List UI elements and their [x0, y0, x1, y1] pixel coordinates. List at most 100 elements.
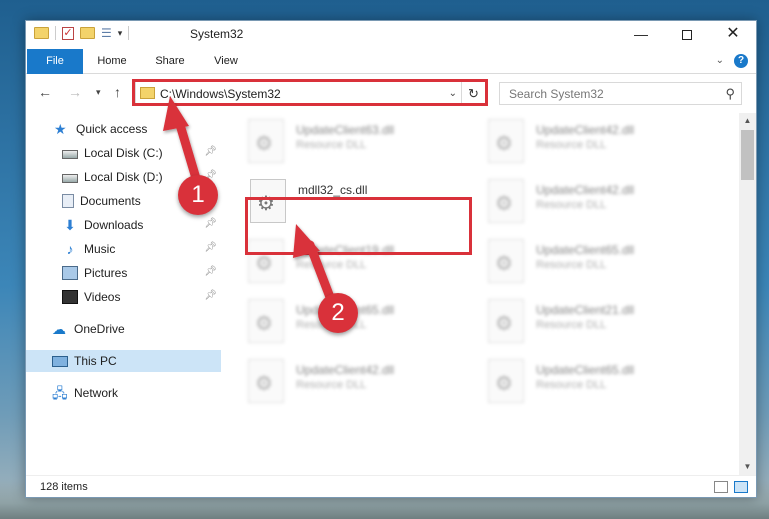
- up-arrow-icon[interactable]: ↑: [114, 84, 121, 100]
- file-explorer-window: ✓ ☰ ▾ System32 — ✕ File Home Share View …: [25, 20, 757, 498]
- file-item[interactable]: ⚙ UpdateClient21.dll Resource DLL: [488, 297, 718, 353]
- gear-icon: ⚙: [255, 373, 273, 395]
- pin-icon: 📌︎: [204, 218, 217, 229]
- vertical-scrollbar[interactable]: ▲ ▼: [739, 113, 756, 475]
- dll-file-icon: ⚙: [488, 119, 524, 163]
- tab-home[interactable]: Home: [86, 49, 138, 74]
- divider: [55, 26, 56, 40]
- file-type: Resource DLL: [296, 379, 367, 391]
- expand-ribbon-icon[interactable]: ⌄: [716, 55, 724, 66]
- computer-icon: [52, 355, 68, 367]
- gear-icon: ⚙: [495, 313, 513, 335]
- file-type: Resource DLL: [536, 259, 607, 271]
- file-list: ⚙ UpdateClient63.dll Resource DLL ⚙ Upda…: [226, 113, 738, 475]
- navigation-pane: ★ Quick access Local Disk (C:) 📌︎ Local …: [26, 113, 221, 475]
- tab-view[interactable]: View: [202, 49, 250, 74]
- disk-icon: [62, 150, 78, 159]
- file-type: Resource DLL: [296, 139, 367, 151]
- sidebar-item-label: Videos: [84, 290, 121, 304]
- file-name: UpdateClient21.dll: [536, 303, 635, 317]
- sidebar-item-downloads[interactable]: ⬇ Downloads 📌︎: [26, 214, 221, 236]
- gear-icon: ⚙: [255, 133, 273, 155]
- sidebar-item-label: OneDrive: [74, 322, 125, 336]
- maximize-icon: [682, 30, 692, 41]
- file-type: Resource DLL: [536, 379, 607, 391]
- file-item[interactable]: ⚙ UpdateClient42.dll Resource DLL: [488, 117, 718, 173]
- star-icon: ★: [54, 121, 67, 137]
- dll-file-icon: ⚙: [248, 119, 284, 163]
- sidebar-item-label: Local Disk (D:): [84, 170, 163, 184]
- documents-icon: [62, 194, 74, 208]
- step-2-badge: 2: [318, 293, 358, 333]
- folder-icon: [34, 27, 49, 39]
- network-icon: 🖧︎: [52, 385, 68, 401]
- music-icon: ♪: [66, 241, 74, 257]
- maximize-button[interactable]: [664, 21, 710, 49]
- search-input[interactable]: Search System32 ⚲: [499, 82, 742, 105]
- pin-icon: 📌︎: [204, 146, 217, 157]
- new-folder-icon[interactable]: [80, 27, 95, 39]
- minimize-button[interactable]: —: [618, 21, 664, 49]
- file-item[interactable]: ⚙ UpdateClient63.dll Resource DLL: [248, 117, 478, 173]
- tab-file[interactable]: File: [27, 49, 83, 74]
- file-item[interactable]: ⚙ UpdateClient65.dll Resource DLL: [488, 357, 718, 413]
- file-item[interactable]: ⚙ UpdateClient42.dll Resource DLL: [488, 177, 718, 233]
- file-item[interactable]: ⚙ UpdateClient65.dll Resource DLL: [248, 297, 478, 353]
- customize-list-icon[interactable]: ☰: [101, 26, 112, 40]
- file-name: mdll32_cs.dll: [298, 183, 368, 197]
- sidebar-item-label: Network: [74, 386, 119, 400]
- sidebar-item-label: Local Disk (C:): [84, 146, 163, 160]
- videos-icon: [62, 290, 78, 304]
- divider: [128, 26, 130, 40]
- pin-icon: 📌︎: [204, 266, 217, 277]
- step-1-badge: 1: [178, 175, 218, 215]
- gear-icon: ⚙: [495, 253, 513, 275]
- pin-icon: 📌︎: [204, 242, 217, 253]
- sidebar-item-local-disk-c[interactable]: Local Disk (C:) 📌︎: [26, 142, 221, 164]
- dll-file-icon: ⚙: [248, 359, 284, 403]
- sidebar-item-label: This PC: [74, 354, 117, 368]
- gear-icon: ⚙: [495, 193, 513, 215]
- sidebar-item-label: Pictures: [84, 266, 128, 280]
- back-arrow-icon[interactable]: ←: [38, 84, 52, 100]
- sidebar-item-this-pc[interactable]: This PC: [26, 350, 221, 372]
- dll-file-icon: ⚙: [248, 299, 284, 343]
- sidebar-item-label: Downloads: [84, 218, 144, 232]
- item-count: 128 items: [40, 481, 88, 493]
- search-icon: ⚲: [725, 86, 735, 101]
- help-icon[interactable]: ?: [734, 54, 748, 68]
- search-placeholder: Search System32: [509, 87, 604, 101]
- large-icons-view-icon[interactable]: [734, 481, 748, 493]
- address-bar-highlight: [132, 79, 488, 106]
- onedrive-icon: ☁: [52, 321, 66, 337]
- status-bar: 128 items: [26, 475, 756, 497]
- quick-access-toolbar: ✓ ☰ ▾: [34, 26, 130, 40]
- sidebar-item-music[interactable]: ♪ Music 📌︎: [26, 238, 221, 260]
- pictures-icon: [62, 266, 78, 280]
- forward-arrow-icon[interactable]: →: [68, 84, 82, 100]
- window-title: System32: [190, 27, 244, 41]
- scroll-down-icon[interactable]: ▼: [739, 459, 756, 475]
- scroll-up-icon[interactable]: ▲: [739, 113, 756, 129]
- gear-icon: ⚙: [495, 373, 513, 395]
- close-button[interactable]: ✕: [710, 21, 756, 49]
- sidebar-item-onedrive[interactable]: ☁ OneDrive: [26, 318, 221, 340]
- gear-icon: ⚙: [495, 133, 513, 155]
- file-name: UpdateClient65.dll: [536, 363, 635, 377]
- chevron-down-icon[interactable]: ▾: [118, 28, 123, 39]
- file-type: Resource DLL: [536, 199, 607, 211]
- sidebar-item-pictures[interactable]: Pictures 📌︎: [26, 262, 221, 284]
- properties-check-icon[interactable]: ✓: [62, 26, 74, 40]
- file-item[interactable]: ⚙ UpdateClient65.dll Resource DLL: [488, 237, 718, 293]
- tab-share[interactable]: Share: [144, 49, 196, 74]
- sidebar-item-quick-access[interactable]: ★ Quick access: [26, 118, 221, 140]
- file-item[interactable]: ⚙ UpdateClient42.dll Resource DLL: [248, 357, 478, 413]
- file-name: UpdateClient65.dll: [536, 243, 635, 257]
- sidebar-item-network[interactable]: 🖧︎ Network: [26, 382, 221, 404]
- sidebar-item-videos[interactable]: Videos 📌︎: [26, 286, 221, 308]
- details-view-icon[interactable]: [714, 481, 728, 493]
- file-name: UpdateClient63.dll: [296, 123, 395, 137]
- gear-icon: ⚙: [255, 313, 273, 335]
- recent-locations-icon[interactable]: ▾: [96, 87, 101, 98]
- scroll-thumb[interactable]: [741, 130, 754, 180]
